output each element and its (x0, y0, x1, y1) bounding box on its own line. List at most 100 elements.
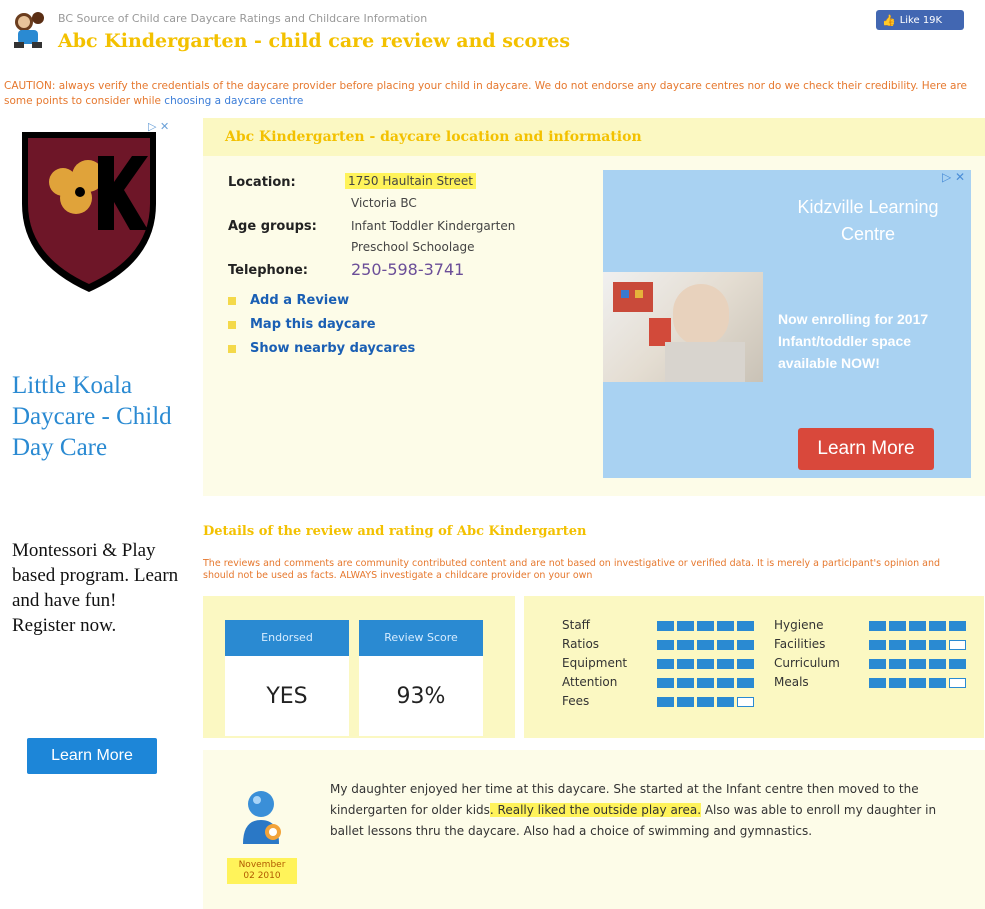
review-text: My daughter enjoyed her time at this day… (330, 779, 940, 842)
left-ad-learn-more-button[interactable]: Learn More (27, 738, 157, 774)
review-score-value: 93% (359, 656, 483, 736)
map-daycare-link[interactable]: Map this daycare (228, 317, 376, 332)
caution-notice: CAUTION: always verify the credentials o… (4, 79, 984, 109)
rating-box-filled (909, 640, 926, 650)
telephone-label: Telephone: (228, 263, 308, 278)
ad-photo-child (603, 272, 763, 382)
rating-meter (657, 659, 754, 669)
map-daycare-label: Map this daycare (250, 317, 376, 332)
review-date: November 02 2010 (227, 858, 297, 884)
rating-meter (869, 678, 966, 688)
rating-box-filled (697, 678, 714, 688)
review-score-column: Review Score 93% (359, 620, 483, 736)
caution-text: CAUTION: always verify the credentials o… (4, 80, 968, 107)
rating-box-filled (657, 640, 674, 650)
location-city: Victoria BC (351, 196, 417, 210)
rating-box-filled (717, 659, 734, 669)
rating-box-filled (697, 640, 714, 650)
rating-box-filled (737, 678, 754, 688)
rating-box-filled (697, 659, 714, 669)
nearby-daycares-link[interactable]: Show nearby daycares (228, 341, 415, 356)
score-panel: Endorsed YES Review Score 93% (203, 596, 515, 738)
telephone-number[interactable]: 250-598-3741 (351, 260, 464, 279)
rating-box-filled (657, 659, 674, 669)
rating-label: Attention (562, 675, 618, 689)
page-header: BC Source of Child care Daycare Ratings … (0, 0, 985, 62)
rating-box-filled (949, 621, 966, 631)
age-groups-line2: Preschool Schoolage (351, 240, 475, 254)
rating-label: Facilities (774, 637, 826, 651)
rating-box-filled (717, 678, 734, 688)
rating-box-filled (889, 621, 906, 631)
adchoices-icon[interactable]: ▷ ✕ (942, 170, 965, 184)
rating-box-filled (677, 697, 694, 707)
left-sidebar-ad[interactable]: ▷ ✕ Little Koala Daycare - Child Day Car… (0, 118, 188, 778)
details-title: Details of the review and rating of Abc … (203, 524, 587, 539)
rating-meter (869, 621, 966, 631)
review-date-month: November (238, 860, 286, 870)
rating-box-filled (929, 621, 946, 631)
rating-box-filled (889, 678, 906, 688)
rating-meter (657, 678, 754, 688)
rating-box-filled (889, 659, 906, 669)
rating-meter (657, 640, 754, 650)
site-logo-icon[interactable] (8, 8, 52, 52)
location-panel-header: Abc Kindergarten - daycare location and … (203, 118, 985, 156)
rating-box-empty (949, 640, 966, 650)
rating-box-filled (677, 678, 694, 688)
rating-box-filled (889, 640, 906, 650)
rating-box-filled (929, 640, 946, 650)
site-tagline: BC Source of Child care Daycare Ratings … (58, 12, 428, 25)
rating-box-filled (929, 678, 946, 688)
rating-box-filled (717, 697, 734, 707)
choosing-daycare-link[interactable]: choosing a daycare centre (164, 95, 303, 107)
rating-label: Ratios (562, 637, 600, 651)
rating-box-filled (717, 621, 734, 631)
location-street-text: 1750 Haultain Street (345, 173, 476, 189)
rating-label: Meals (774, 675, 809, 689)
rating-box-filled (657, 697, 674, 707)
rating-box-filled (677, 640, 694, 650)
rating-label: Staff (562, 618, 590, 632)
rating-box-filled (737, 659, 754, 669)
add-review-label: Add a Review (250, 293, 350, 308)
rating-box-filled (737, 621, 754, 631)
rating-box-filled (869, 678, 886, 688)
facebook-like-button[interactable]: 👍 Like 19K (876, 10, 964, 30)
review-date-day-year: 02 2010 (243, 871, 281, 881)
rating-box-filled (869, 659, 886, 669)
review-score-label: Review Score (359, 620, 483, 656)
rating-label: Hygiene (774, 618, 824, 632)
right-ad-brand: Kidzville Learning Centre (797, 197, 939, 244)
rating-meter (869, 659, 966, 669)
location-panel-title: Abc Kindergarten - daycare location and … (225, 129, 642, 145)
left-ad-body: Montessori & Play based program. Learn a… (12, 540, 179, 636)
rating-box-filled (909, 678, 926, 688)
endorsed-column: Endorsed YES (225, 620, 349, 736)
left-ad-title[interactable]: Little Koala Daycare - Child Day Care (12, 370, 182, 463)
rating-box-filled (657, 621, 674, 631)
location-label: Location: (228, 175, 296, 190)
rating-box-filled (677, 659, 694, 669)
rating-box-empty (737, 697, 754, 707)
endorsed-label: Endorsed (225, 620, 349, 656)
rating-box-filled (697, 697, 714, 707)
add-review-link[interactable]: Add a Review (228, 293, 349, 308)
rating-box-filled (949, 659, 966, 669)
right-ad-learn-more-button[interactable]: Learn More (798, 428, 934, 470)
rating-box-filled (657, 678, 674, 688)
rating-meter (657, 621, 754, 631)
thumbs-up-icon: 👍 (882, 13, 896, 27)
endorsed-value: YES (225, 656, 349, 736)
rating-label: Equipment (562, 656, 628, 670)
bullet-icon (228, 344, 236, 353)
location-street: 1750 Haultain Street (345, 173, 476, 189)
rating-box-filled (717, 640, 734, 650)
rating-box-filled (697, 621, 714, 631)
ratings-panel: Staff Ratios Equipment Attention Fees Hygiene… (524, 596, 984, 738)
age-groups-label: Age groups: (228, 219, 317, 234)
rating-label: Curriculum (774, 656, 840, 670)
right-banner-ad[interactable]: Kidzville Learning Centre Now enrolling … (603, 170, 971, 478)
rating-meter (657, 697, 754, 707)
bullet-icon (228, 320, 236, 329)
